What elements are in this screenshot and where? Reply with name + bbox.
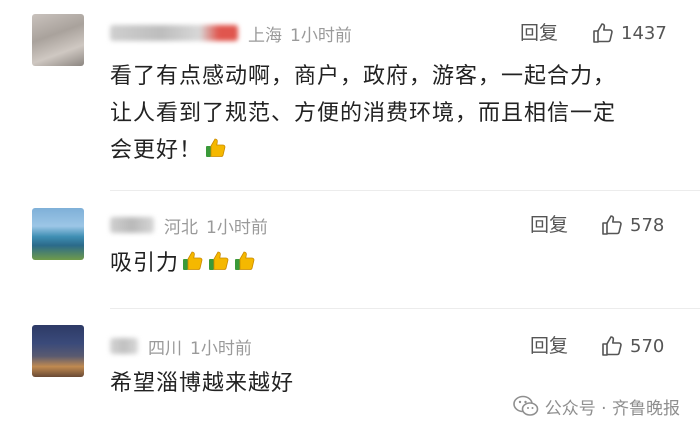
comment-text: 看了有点感动啊，商户，政府，游客，一起合力， 让人看到了规范、方便的消费环境，而… (110, 58, 670, 169)
comment-text: 吸引力 (110, 245, 670, 282)
divider (110, 308, 700, 309)
avatar[interactable] (32, 208, 84, 260)
comment-text-line-last: 会更好！ (110, 132, 670, 169)
time-label: 1小时前 (190, 338, 252, 359)
thumbs-up-emoji-icon (235, 251, 255, 270)
username-blurred[interactable] (110, 217, 154, 233)
like-button[interactable]: 570 (600, 331, 664, 361)
like-count: 578 (630, 214, 665, 236)
time-label: 1小时前 (206, 217, 268, 238)
thumbs-up-icon (593, 23, 613, 43)
reply-button[interactable]: 回复 (530, 210, 568, 240)
username-blurred[interactable] (110, 338, 138, 354)
thumbs-up-emoji-icon (209, 251, 229, 270)
comment-text-line: 希望淄博越来越好 (110, 371, 295, 396)
like-count: 1437 (621, 22, 667, 44)
avatar[interactable] (32, 325, 84, 377)
region-label: 河北 (164, 217, 198, 238)
reply-button[interactable]: 回复 (520, 18, 558, 48)
thumbs-up-emoji-icon (183, 251, 203, 270)
comment-meta: 河北 1小时前 (110, 210, 268, 240)
like-button[interactable]: 578 (600, 210, 664, 240)
like-button[interactable]: 1437 (591, 18, 667, 48)
source-label: 公众号 · 齐鲁晚报 (544, 398, 680, 419)
comment-meta: 上海 1小时前 (110, 18, 352, 48)
thumbs-up-emoji-icon (206, 138, 226, 157)
comment-meta: 四川 1小时前 (110, 331, 252, 361)
thumbs-up-icon (602, 336, 622, 356)
time-label: 1小时前 (290, 25, 352, 46)
wechat-icon (512, 395, 539, 416)
like-count: 570 (630, 335, 665, 357)
comment-text-line: 会更好！ (110, 138, 203, 163)
comment-text-line: 吸引力 (110, 251, 180, 276)
divider (110, 190, 700, 191)
avatar[interactable] (32, 14, 84, 66)
source-watermark: 公众号 · 齐鲁晚报 (512, 392, 680, 420)
comment-text-line: 让人看到了规范、方便的消费环境，而且相信一定 (110, 101, 617, 126)
username-blurred[interactable] (110, 25, 238, 41)
comment-text-line: 看了有点感动啊，商户，政府，游客，一起合力， (110, 64, 617, 89)
reply-button[interactable]: 回复 (530, 331, 568, 361)
region-label: 四川 (148, 338, 182, 359)
thumbs-up-icon (602, 215, 622, 235)
region-label: 上海 (248, 25, 282, 46)
